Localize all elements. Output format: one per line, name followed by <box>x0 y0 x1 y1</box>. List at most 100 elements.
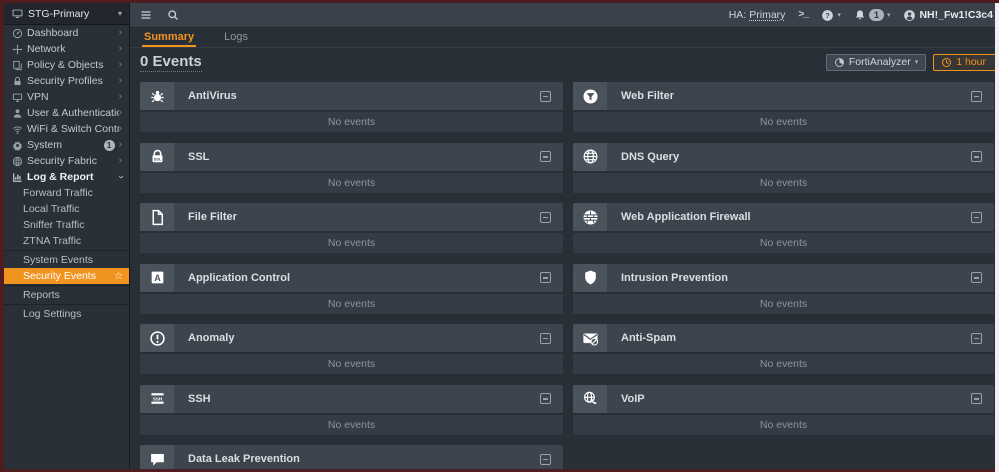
event-card-header[interactable]: Web Application Firewall <box>573 203 994 231</box>
hamburger-icon[interactable] <box>140 9 152 21</box>
sidebar-item-security-profiles[interactable]: Security Profiles › <box>4 73 129 89</box>
event-card-header[interactable]: Anti-Spam <box>573 324 994 352</box>
sidebar-item-sniffer-traffic[interactable]: Sniffer Traffic <box>4 217 129 233</box>
external-link-icon[interactable] <box>240 333 250 343</box>
external-link-icon[interactable] <box>680 91 690 101</box>
sidebar-item-network[interactable]: Network › <box>4 41 129 57</box>
time-range-button[interactable]: 1 hour <box>933 53 995 71</box>
event-card-header[interactable]: Intrusion Prevention <box>573 263 994 292</box>
fortianalyzer-button[interactable]: FortiAnalyzer ▾ <box>825 53 927 71</box>
event-card-status: No events <box>140 233 563 253</box>
cli-console-icon[interactable]: >_ <box>798 10 809 21</box>
tab-summary[interactable]: Summary <box>142 28 197 47</box>
ha-prefix: HA: <box>728 9 747 21</box>
event-card-title: DNS Query <box>621 150 680 163</box>
event-card-header[interactable]: DNS Query <box>573 142 994 171</box>
help-icon[interactable]: ? <box>821 9 834 22</box>
vpn-icon <box>12 92 23 103</box>
event-card-header[interactable]: Anomaly <box>140 324 563 352</box>
collapse-icon[interactable] <box>971 272 982 283</box>
event-card-header[interactable]: Data Leak Prevention <box>140 445 563 469</box>
user-authentication-icon <box>12 108 23 119</box>
collapse-icon[interactable] <box>540 393 551 404</box>
external-link-icon[interactable] <box>734 273 744 283</box>
notifications-menu[interactable]: 1 ▾ <box>854 9 890 21</box>
event-card-title: Anomaly <box>188 332 235 344</box>
sidebar-item-reports[interactable]: Reports <box>4 287 129 303</box>
event-card-header[interactable]: SSL SSL <box>140 142 563 171</box>
sidebar-item-label: Log & Report <box>27 171 94 183</box>
external-link-icon[interactable] <box>296 273 306 283</box>
device-selector[interactable]: STG-Primary ▾ <box>4 3 129 25</box>
sidebar-item-system-events[interactable]: System Events <box>4 252 129 268</box>
collapse-icon[interactable] <box>971 90 982 102</box>
sidebar-item-user-authentication[interactable]: User & Authentication › <box>4 105 129 121</box>
event-card-header[interactable]: File Filter <box>140 203 563 231</box>
sidebar-item-system[interactable]: System 1 › <box>4 137 129 153</box>
event-card-header[interactable]: AntiVirus <box>140 82 563 110</box>
web-filter-icon <box>582 88 599 105</box>
bell-icon[interactable] <box>854 9 866 21</box>
dns-query-icon <box>582 148 599 165</box>
antivirus-icon <box>149 88 166 105</box>
collapse-icon[interactable] <box>971 332 982 344</box>
external-link-icon[interactable] <box>243 212 253 222</box>
collapse-icon[interactable] <box>540 453 551 465</box>
sidebar-item-security-events[interactable]: Security Events ☆ <box>4 268 129 284</box>
external-link-icon[interactable] <box>682 333 692 343</box>
event-card-header[interactable]: VoIP <box>573 384 994 413</box>
event-card-header[interactable]: SSH SSH <box>140 384 563 413</box>
event-card-ssl: SSL SSL No events <box>140 142 563 193</box>
external-link-icon[interactable] <box>651 394 661 404</box>
chevron-right-icon: › <box>118 139 122 150</box>
collapse-icon[interactable] <box>971 393 982 404</box>
event-card-title: VoIP <box>621 392 645 405</box>
external-link-icon[interactable] <box>306 454 316 464</box>
sidebar-item-local-traffic[interactable]: Local Traffic <box>4 201 129 217</box>
count-badge: 1 <box>103 139 115 151</box>
event-card-voip: VoIP No events <box>573 384 994 435</box>
collapse-icon[interactable] <box>540 211 551 223</box>
system-gear-icon <box>12 140 23 151</box>
user-menu[interactable]: NH!_Fw1!C3c4 <box>903 9 993 22</box>
sidebar-item-security-fabric[interactable]: Security Fabric › <box>4 153 129 169</box>
star-icon[interactable]: ☆ <box>114 271 123 282</box>
collapse-icon[interactable] <box>971 211 982 223</box>
event-card-header[interactable]: A Application Control <box>140 263 563 292</box>
ha-status[interactable]: HA: Primary <box>729 9 786 21</box>
sidebar-item-ztna-traffic[interactable]: ZTNA Traffic <box>4 233 129 249</box>
search-icon[interactable] <box>167 9 179 21</box>
sidebar-item-dashboard[interactable]: Dashboard › <box>4 25 129 41</box>
event-card-status: No events <box>573 112 994 132</box>
event-card-title: Application Control <box>188 271 291 284</box>
scrollbar[interactable] <box>995 3 999 472</box>
ssh-icon: SSH <box>149 390 166 407</box>
event-card-intrusion-prevention: Intrusion Prevention No events <box>573 263 994 314</box>
sidebar-item-log-report[interactable]: Log & Report › <box>4 169 129 185</box>
collapse-icon[interactable] <box>540 272 551 283</box>
external-link-icon[interactable] <box>217 394 227 404</box>
sidebar-item-label: Reports <box>23 289 60 301</box>
sidebar-item-policy-objects[interactable]: Policy & Objects › <box>4 57 129 73</box>
external-link-icon[interactable] <box>243 91 253 101</box>
sidebar-item-label: User & Authentication <box>27 107 119 119</box>
event-card-status: No events <box>140 112 563 132</box>
event-card-header[interactable]: Web Filter <box>573 82 994 110</box>
ha-value[interactable]: Primary <box>749 9 785 21</box>
external-link-icon[interactable] <box>215 152 225 162</box>
collapse-icon[interactable] <box>540 151 551 162</box>
help-menu[interactable]: ? ▾ <box>821 9 841 22</box>
tab-logs[interactable]: Logs <box>222 28 250 47</box>
sidebar-item-log-settings[interactable]: Log Settings <box>4 306 129 322</box>
sidebar-item-vpn[interactable]: VPN › <box>4 89 129 105</box>
sidebar-item-wifi-switch-controller[interactable]: WiFi & Switch Controller› <box>4 121 129 137</box>
external-link-icon[interactable] <box>685 152 695 162</box>
collapse-icon[interactable] <box>540 90 551 102</box>
sidebar-item-forward-traffic[interactable]: Forward Traffic <box>4 185 129 201</box>
event-card-status: No events <box>573 354 994 374</box>
collapse-icon[interactable] <box>540 332 551 344</box>
external-link-icon[interactable] <box>757 212 767 222</box>
event-card-status: No events <box>573 293 994 314</box>
device-icon <box>12 8 23 19</box>
collapse-icon[interactable] <box>971 151 982 162</box>
